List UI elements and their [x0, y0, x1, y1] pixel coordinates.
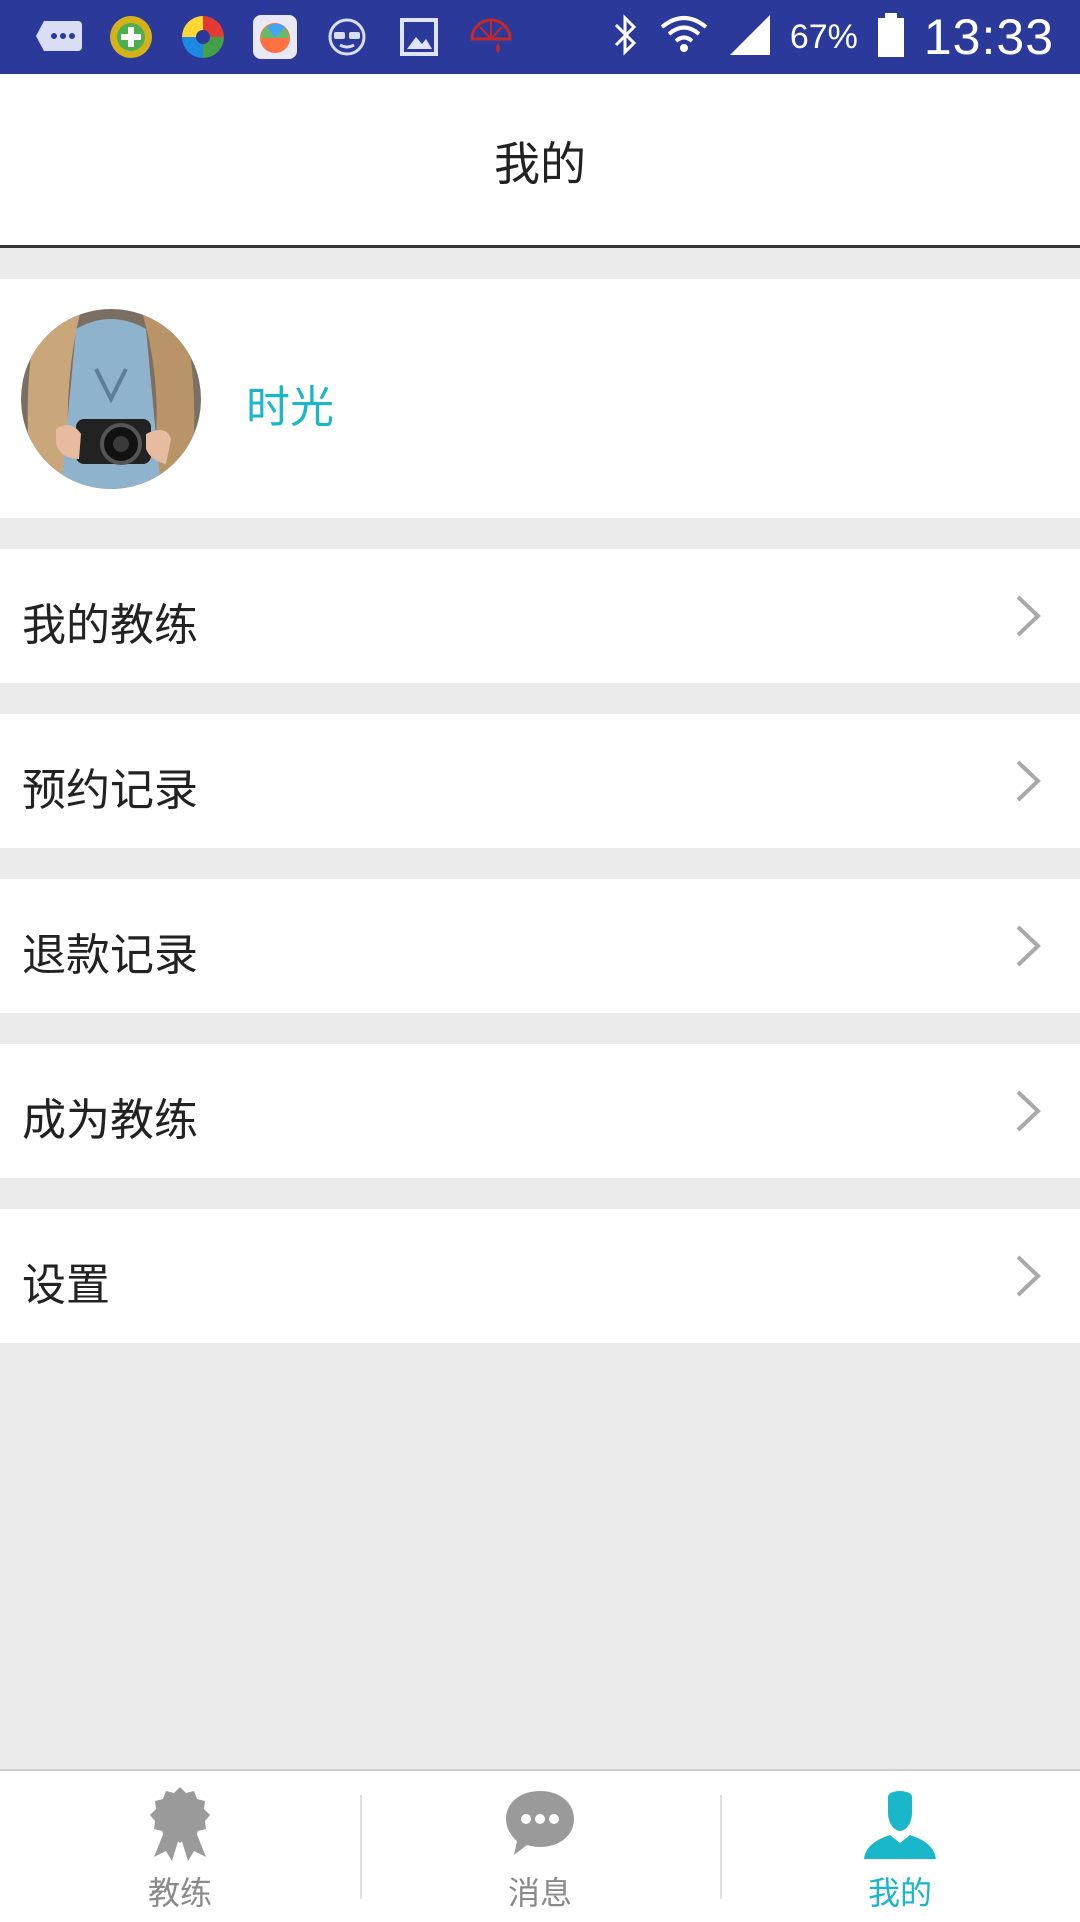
profile-card[interactable]: 时光 — [0, 279, 1080, 518]
menu-item-label: 预约记录 — [22, 765, 198, 816]
chevron-right-icon — [1016, 1090, 1041, 1132]
appstore-icon — [250, 12, 300, 62]
tab-coach[interactable]: 教练 — [0, 1771, 360, 1922]
tab-label: 消息 — [507, 1874, 572, 1912]
medal-icon — [150, 1787, 210, 1861]
menu-item-label: 退款记录 — [22, 930, 198, 981]
color-app-icon — [178, 12, 228, 62]
status-bar: 67% 13:33 — [0, 0, 1080, 74]
notification-icons — [34, 12, 516, 62]
chat-bubble-icon — [506, 1791, 574, 1855]
username: 时光 — [246, 382, 334, 433]
person-icon — [864, 1791, 936, 1859]
battery-icon — [876, 11, 906, 63]
wifi-icon — [658, 11, 710, 63]
bottom-navigation: 教练 消息 我的 — [0, 1769, 1080, 1922]
menu-item-become-coach[interactable]: 成为教练 — [0, 1044, 1080, 1178]
tab-label: 教练 — [147, 1874, 212, 1912]
chat-notification-icon — [34, 12, 84, 62]
chevron-right-icon — [1016, 1255, 1041, 1297]
menu-item-label: 成为教练 — [22, 1095, 198, 1146]
sunglasses-icon — [322, 12, 372, 62]
tab-label: 我的 — [867, 1874, 932, 1912]
menu-item-refund-records[interactable]: 退款记录 — [0, 879, 1080, 1013]
image-icon — [394, 12, 444, 62]
chevron-right-icon — [1016, 925, 1041, 967]
umbrella-app-icon — [466, 12, 516, 62]
plus-coin-app-icon — [106, 12, 156, 62]
chevron-right-icon — [1016, 595, 1041, 637]
signal-icon — [728, 13, 772, 61]
menu-item-booking-records[interactable]: 预约记录 — [0, 714, 1080, 848]
tab-mine[interactable]: 我的 — [720, 1771, 1080, 1922]
clock: 13:33 — [923, 9, 1054, 65]
title-bar: 我的 — [0, 74, 1080, 248]
chevron-right-icon — [1016, 760, 1041, 802]
tab-messages[interactable]: 消息 — [360, 1771, 720, 1922]
system-status: 67% 13:33 — [610, 0, 1054, 74]
menu-item-label: 设置 — [22, 1260, 110, 1311]
page-title: 我的 — [494, 137, 586, 191]
avatar[interactable] — [21, 309, 201, 489]
menu-item-label: 我的教练 — [22, 600, 198, 651]
menu-item-my-coach[interactable]: 我的教练 — [0, 549, 1080, 683]
bluetooth-icon — [610, 13, 640, 61]
menu-item-settings[interactable]: 设置 — [0, 1209, 1080, 1343]
battery-percent: 67% — [789, 17, 858, 56]
